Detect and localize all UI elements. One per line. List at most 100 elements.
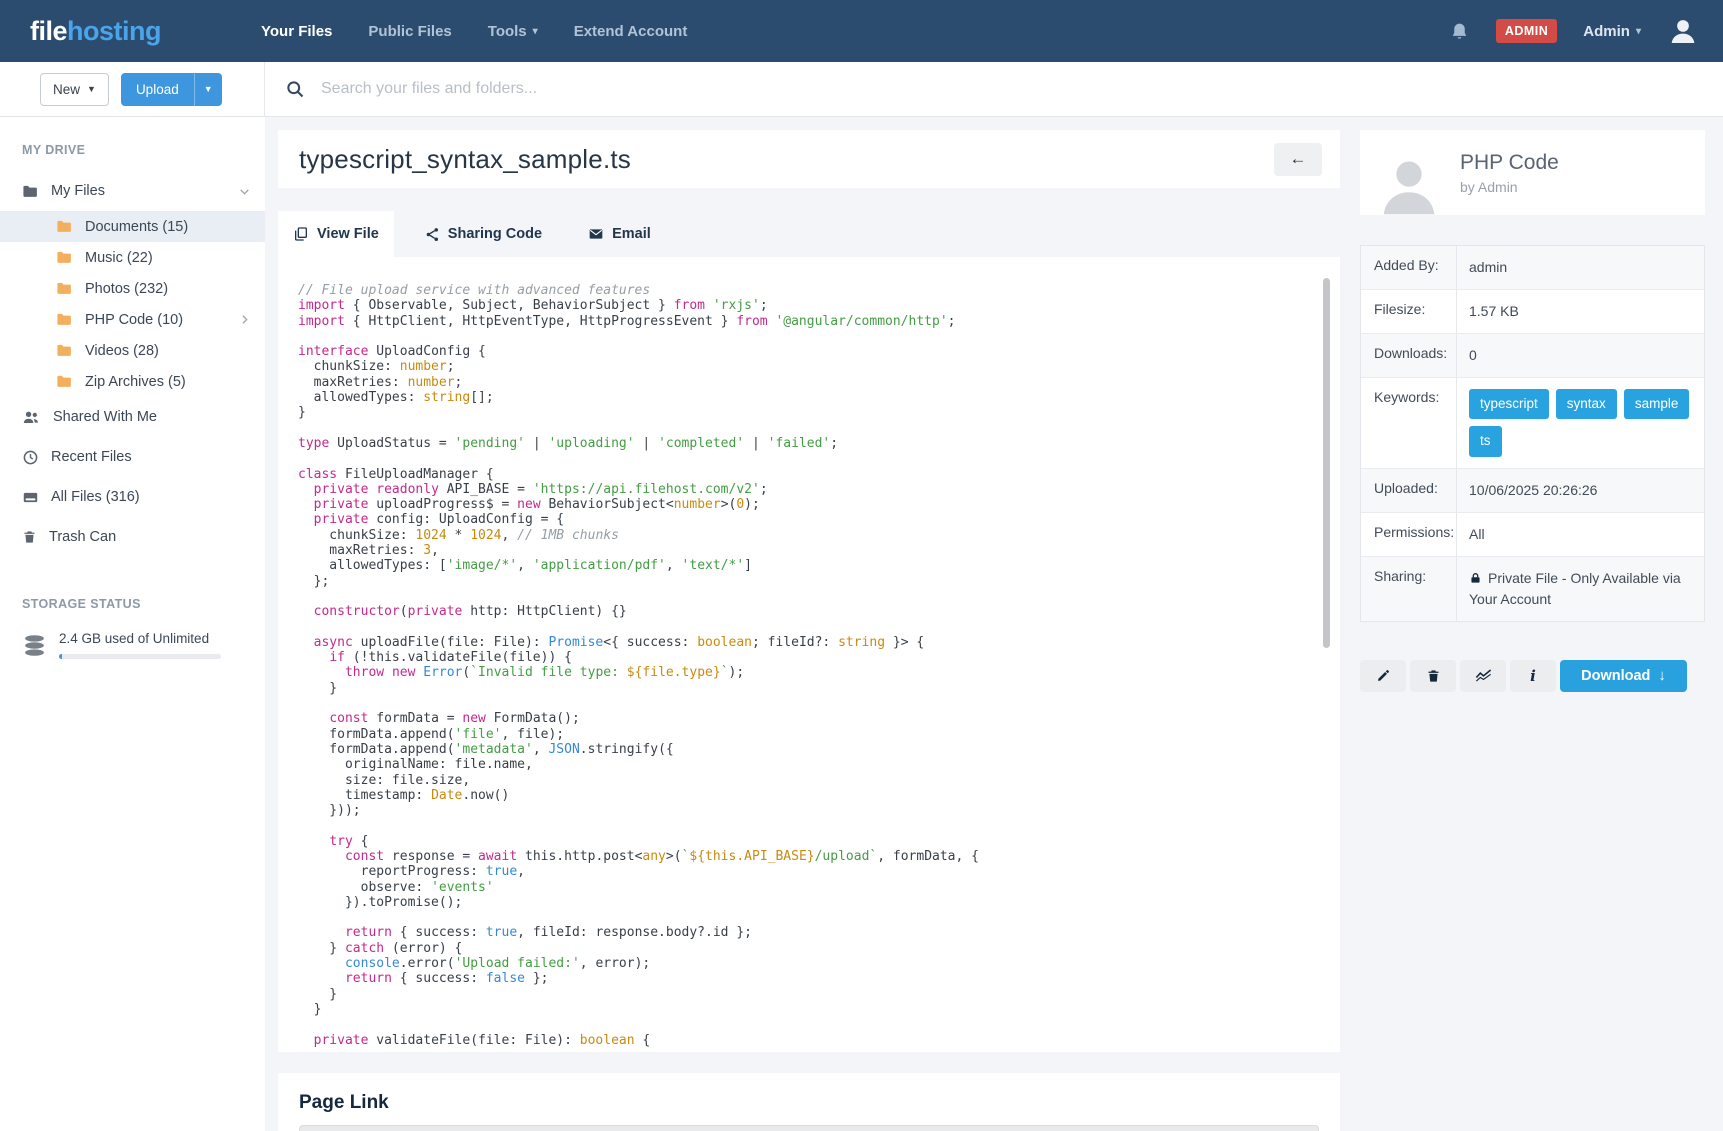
storage-usage-text: 2.4 GB used of Unlimited <box>59 631 221 646</box>
my-drive-header: MY DRIVE <box>0 143 265 157</box>
logo-text-file: file <box>30 16 67 46</box>
folder-icon <box>56 249 73 266</box>
chart-icon <box>1474 666 1493 685</box>
new-button-label: New <box>53 82 80 97</box>
sidebar-item-my-files[interactable]: My Files <box>0 171 265 211</box>
search-input[interactable] <box>321 80 921 98</box>
detail-label: Added By: <box>1361 246 1457 289</box>
page-link-section: Page Link <box>278 1073 1340 1131</box>
upload-dropdown-toggle[interactable]: ▼ <box>194 73 222 106</box>
code-line: formData.append('metadata', JSON.stringi… <box>298 742 1310 757</box>
upload-button[interactable]: Upload ▼ <box>121 73 222 106</box>
detail-label: Downloads: <box>1361 334 1457 377</box>
search-icon <box>285 79 305 99</box>
sidebar-item-shared-with-me[interactable]: Shared With Me <box>0 397 265 437</box>
user-menu-label: Admin <box>1583 23 1630 40</box>
code-line: originalName: file.name, <box>298 757 1310 772</box>
sidebar-item-recent-files[interactable]: Recent Files <box>0 437 265 477</box>
info-button[interactable]: i <box>1510 660 1556 692</box>
tab-label: View File <box>317 226 379 242</box>
code-line: private config: UploadConfig = { <box>298 512 1310 527</box>
info-icon: i <box>1530 667 1536 685</box>
toolbar: New▼ Upload ▼ <box>0 62 1723 117</box>
folder-icon <box>56 342 73 359</box>
detail-value: Private File - Only Available via Your A… <box>1457 557 1704 621</box>
sidebar-item-photos-232[interactable]: Photos (232) <box>0 273 265 304</box>
sidebar-item-label: Zip Archives (5) <box>85 374 186 390</box>
sidebar-item-label: PHP Code (10) <box>85 312 183 328</box>
pencil-icon <box>1376 668 1391 683</box>
code-line: private uploadProgress$ = new BehaviorSu… <box>298 497 1310 512</box>
code-line: formData.append('file', file); <box>298 727 1310 742</box>
download-button-label: Download <box>1581 668 1650 684</box>
code-line: size: file.size, <box>298 773 1310 788</box>
sidebar-item-label: Recent Files <box>51 449 132 465</box>
toolbar-left: New▼ Upload ▼ <box>0 62 265 116</box>
share-icon <box>425 227 440 242</box>
keyword-tag-syntax[interactable]: syntax <box>1556 389 1617 419</box>
detail-label: Filesize: <box>1361 290 1457 333</box>
notifications-bell-icon[interactable] <box>1449 21 1470 42</box>
keyword-tag-sample[interactable]: sample <box>1624 389 1690 419</box>
code-line: } <box>298 681 1310 696</box>
sidebar-item-zip-archives-5[interactable]: Zip Archives (5) <box>0 366 265 397</box>
nav-link-your-files[interactable]: Your Files <box>261 23 332 40</box>
tab-view-file[interactable]: View File <box>278 211 394 257</box>
folder-icon <box>56 218 73 235</box>
detail-row-permissions: Permissions:All <box>1361 513 1704 557</box>
app-logo[interactable]: filehosting <box>30 16 161 47</box>
sidebar: MY DRIVE My FilesDocuments (15)Music (22… <box>0 117 265 1131</box>
people-icon <box>22 408 41 427</box>
detail-value: admin <box>1457 246 1704 289</box>
keyword-tag-typescript[interactable]: typescript <box>1469 389 1549 419</box>
code-line: if (!this.validateFile(file)) { <box>298 650 1310 665</box>
sidebar-item-trash-can[interactable]: Trash Can <box>0 517 265 557</box>
code-line: interface UploadConfig { <box>298 344 1310 359</box>
owner-avatar-icon <box>1376 153 1442 215</box>
page-link-input[interactable] <box>299 1125 1319 1131</box>
code-line <box>298 329 1310 344</box>
sidebar-item-videos-28[interactable]: Videos (28) <box>0 335 265 366</box>
code-line: const response = await this.http.post<an… <box>298 849 1310 864</box>
back-button[interactable]: ← <box>1274 143 1322 176</box>
edit-button[interactable] <box>1360 660 1406 692</box>
nav-link-extend-account[interactable]: Extend Account <box>574 23 688 40</box>
new-button[interactable]: New▼ <box>40 73 109 106</box>
code-line: maxRetries: 3, <box>298 543 1310 558</box>
delete-button[interactable] <box>1410 660 1456 692</box>
code-line: reportProgress: true, <box>298 864 1310 879</box>
database-icon <box>22 633 47 658</box>
folder-icon <box>22 183 39 200</box>
code-line: private readonly API_BASE = 'https://api… <box>298 482 1310 497</box>
folder-icon <box>56 280 73 297</box>
action-buttons: i <box>1360 660 1556 692</box>
sidebar-item-music-22[interactable]: Music (22) <box>0 242 265 273</box>
nav-links: Your Files Public Files Tools▾ Extend Accou… <box>261 23 687 40</box>
caret-down-icon: ▾ <box>533 26 538 37</box>
tab-sharing-code[interactable]: Sharing Code <box>410 211 557 257</box>
sidebar-item-documents-15[interactable]: Documents (15) <box>0 211 265 242</box>
download-button[interactable]: Download ↓ <box>1560 660 1687 692</box>
tab-label: Sharing Code <box>448 226 542 242</box>
detail-row-added-by: Added By:admin <box>1361 246 1704 290</box>
user-avatar-icon[interactable] <box>1667 15 1699 47</box>
keyword-tag-ts[interactable]: ts <box>1469 426 1502 456</box>
code-line: observe: 'events' <box>298 880 1310 895</box>
code-block: // File upload service with advanced fea… <box>298 283 1310 1048</box>
user-menu[interactable]: Admin▾ <box>1583 23 1641 40</box>
folder-icon <box>56 311 73 328</box>
detail-value: 10/06/2025 20:26:26 <box>1457 469 1704 512</box>
sidebar-item-php-code-10[interactable]: PHP Code (10) <box>0 304 265 335</box>
tab-email[interactable]: Email <box>573 211 666 257</box>
code-line: async uploadFile(file: File): Promise<{ … <box>298 635 1310 650</box>
sidebar-item-all-files-316[interactable]: All Files (316) <box>0 477 265 517</box>
detail-value: 0 <box>1457 334 1704 377</box>
nav-link-tools[interactable]: Tools▾ <box>488 23 538 40</box>
upload-button-label[interactable]: Upload <box>121 73 194 106</box>
file-view-panel: // File upload service with advanced fea… <box>278 257 1340 1052</box>
code-scrollbar-thumb[interactable] <box>1323 278 1330 648</box>
sidebar-list: My FilesDocuments (15)Music (22)Photos (… <box>0 171 265 557</box>
file-actions: i Download ↓ <box>1360 660 1705 692</box>
nav-link-public-files[interactable]: Public Files <box>368 23 451 40</box>
stats-button[interactable] <box>1460 660 1506 692</box>
